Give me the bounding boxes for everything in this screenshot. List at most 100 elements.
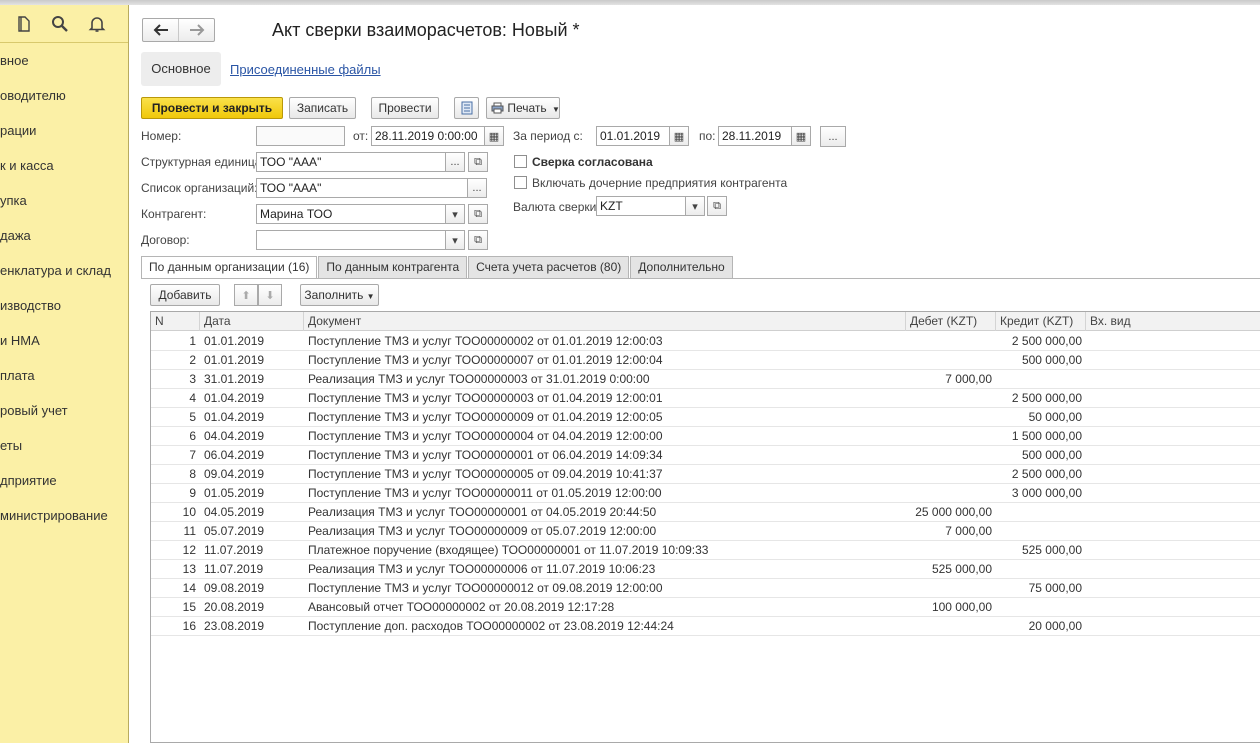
- bell-icon[interactable]: [87, 14, 107, 34]
- history-icon[interactable]: [14, 14, 34, 34]
- date-field[interactable]: 28.11.2019 0:00:00: [371, 126, 485, 146]
- sidebar-item-main[interactable]: вное: [0, 51, 29, 71]
- tab-org-data[interactable]: По данным организации (16): [141, 256, 318, 279]
- row-document: Поступление ТМЗ и услуг ТОО00000007 от 0…: [308, 353, 663, 367]
- post-button[interactable]: Провести: [371, 97, 439, 119]
- row-credit: 3 000 000,00: [1011, 486, 1082, 500]
- row-credit: 20 000,00: [1028, 619, 1082, 633]
- table-row[interactable]: 8 09.04.2019 Поступление ТМЗ и услуг ТОО00…: [151, 465, 1260, 484]
- document-table: N Дата Документ Дебет (KZT) Кредит (KZT)…: [150, 311, 1260, 743]
- add-button[interactable]: Добавить: [150, 284, 220, 306]
- struct-unit-field[interactable]: ТОО "ААА": [256, 152, 446, 172]
- sidebar-item-salary[interactable]: плата: [0, 366, 35, 386]
- col-n[interactable]: N: [151, 312, 200, 331]
- calendar-icon[interactable]: ▦: [669, 126, 689, 146]
- row-credit: 50 000,00: [1028, 410, 1082, 424]
- table-row[interactable]: 15 20.08.2019 Авансовый отчет ТОО00000002 …: [151, 598, 1260, 617]
- tab-main[interactable]: Основное: [141, 52, 221, 86]
- table-row[interactable]: 3 31.01.2019 Реализация ТМЗ и услуг ТОО000…: [151, 370, 1260, 389]
- currency-label: Валюта сверки:: [513, 200, 600, 214]
- tab-contractor-data[interactable]: По данным контрагента: [318, 256, 468, 278]
- row-document: Реализация ТМЗ и услуг ТОО00000001 от 04…: [308, 505, 657, 519]
- report-icon[interactable]: [454, 97, 479, 119]
- col-debit[interactable]: Дебет (KZT): [906, 312, 996, 331]
- table-row[interactable]: 12 11.07.2019 Платежное поручение (входяще…: [151, 541, 1260, 560]
- sidebar-item-purchase[interactable]: упка: [0, 191, 27, 211]
- row-number: 9: [189, 486, 196, 500]
- row-number: 4: [189, 391, 196, 405]
- agreed-checkbox[interactable]: [514, 155, 527, 168]
- open-icon[interactable]: ⧉: [707, 196, 727, 216]
- row-date: 11.07.2019: [204, 562, 264, 576]
- chevron-down-icon[interactable]: ▾: [685, 196, 705, 216]
- table-row[interactable]: 2 01.01.2019 Поступление ТМЗ и услуг ТОО00…: [151, 351, 1260, 370]
- currency-field[interactable]: KZT: [596, 196, 686, 216]
- sidebar-item-reports[interactable]: еты: [0, 436, 22, 456]
- fill-button[interactable]: Заполнить ▼: [300, 284, 379, 306]
- sidebar-item-nomenclature[interactable]: енклатура и склад: [0, 261, 111, 281]
- period-label: За период с:: [513, 129, 583, 143]
- table-row[interactable]: 13 11.07.2019 Реализация ТМЗ и услуг ТОО00…: [151, 560, 1260, 579]
- chevron-down-icon[interactable]: ▾: [445, 230, 465, 250]
- printer-icon: [491, 102, 504, 114]
- forward-arrow-icon[interactable]: [178, 19, 214, 41]
- open-icon[interactable]: ⧉: [468, 230, 488, 250]
- contractor-field[interactable]: Марина ТОО: [256, 204, 446, 224]
- calendar-icon[interactable]: ▦: [791, 126, 811, 146]
- sidebar-item-production[interactable]: изводство: [0, 296, 61, 316]
- period-from-field[interactable]: 01.01.2019: [596, 126, 670, 146]
- select-button[interactable]: ...: [445, 152, 465, 172]
- sidebar-item-bank-cash[interactable]: к и касса: [0, 156, 54, 176]
- select-button[interactable]: ...: [467, 178, 487, 198]
- sidebar-item-operations[interactable]: рации: [0, 121, 36, 141]
- open-icon[interactable]: ⧉: [468, 152, 488, 172]
- col-document[interactable]: Документ: [304, 312, 906, 331]
- row-document: Поступление доп. расходов ТОО00000002 от…: [308, 619, 674, 633]
- move-down-icon[interactable]: ⬇: [258, 284, 282, 306]
- row-debit: [906, 465, 992, 484]
- row-document: Поступление ТМЗ и услуг ТОО00000002 от 0…: [308, 334, 663, 348]
- table-row[interactable]: 4 01.04.2019 Поступление ТМЗ и услуг ТОО00…: [151, 389, 1260, 408]
- tab-additional[interactable]: Дополнительно: [630, 256, 733, 278]
- col-incoming[interactable]: Вх. вид: [1086, 312, 1260, 331]
- back-arrow-icon[interactable]: [143, 19, 178, 41]
- open-icon[interactable]: ⧉: [468, 204, 488, 224]
- period-select-button[interactable]: ...: [820, 126, 846, 147]
- save-button[interactable]: Записать: [289, 97, 356, 119]
- sidebar-item-sales[interactable]: дажа: [0, 226, 31, 246]
- period-to-field[interactable]: 28.11.2019: [718, 126, 792, 146]
- table-row[interactable]: 14 09.08.2019 Поступление ТМЗ и услуг ТОО0…: [151, 579, 1260, 598]
- calendar-icon[interactable]: ▦: [484, 126, 504, 146]
- col-credit[interactable]: Кредит (KZT): [996, 312, 1086, 331]
- table-row[interactable]: 1 01.01.2019 Поступление ТМЗ и услуг ТОО00…: [151, 332, 1260, 351]
- sidebar-item-assets[interactable]: и НМА: [0, 331, 40, 351]
- table-row[interactable]: 16 23.08.2019 Поступление доп. расходов ТО…: [151, 617, 1260, 636]
- print-button[interactable]: Печать ▼: [486, 97, 560, 119]
- sidebar-item-manager[interactable]: оводителю: [0, 86, 66, 106]
- move-up-icon[interactable]: ⬆: [234, 284, 258, 306]
- sidebar-item-hr[interactable]: ровый учет: [0, 401, 68, 421]
- row-debit: [906, 332, 992, 351]
- tab-divider: [141, 278, 1260, 279]
- org-list-field[interactable]: ТОО "ААА": [256, 178, 468, 198]
- search-icon[interactable]: [50, 14, 70, 34]
- tab-accounts[interactable]: Счета учета расчетов (80): [468, 256, 630, 278]
- table-row[interactable]: 6 04.04.2019 Поступление ТМЗ и услуг ТОО00…: [151, 427, 1260, 446]
- table-row[interactable]: 11 05.07.2019 Реализация ТМЗ и услуг ТОО00…: [151, 522, 1260, 541]
- chevron-down-icon[interactable]: ▾: [445, 204, 465, 224]
- sidebar-item-admin[interactable]: министрирование: [0, 506, 108, 526]
- contract-field[interactable]: [256, 230, 446, 250]
- post-and-close-button[interactable]: Провести и закрыть: [141, 97, 283, 119]
- table-row[interactable]: 7 06.04.2019 Поступление ТМЗ и услуг ТОО00…: [151, 446, 1260, 465]
- table-row[interactable]: 9 01.05.2019 Поступление ТМЗ и услуг ТОО00…: [151, 484, 1260, 503]
- number-field[interactable]: [256, 126, 345, 146]
- table-row[interactable]: 10 04.05.2019 Реализация ТМЗ и услуг ТОО00…: [151, 503, 1260, 522]
- include-subsidiaries-checkbox[interactable]: [514, 176, 527, 189]
- contract-label: Договор:: [141, 233, 190, 247]
- table-row[interactable]: 5 01.04.2019 Поступление ТМЗ и услуг ТОО00…: [151, 408, 1260, 427]
- tab-attached-files[interactable]: Присоединенные файлы: [230, 62, 381, 77]
- document-form: Акт сверки взаиморасчетов: Новый * Основ…: [129, 5, 1260, 743]
- col-date[interactable]: Дата: [200, 312, 304, 331]
- row-number: 3: [189, 372, 196, 386]
- sidebar-item-enterprise[interactable]: дприятие: [0, 471, 57, 491]
